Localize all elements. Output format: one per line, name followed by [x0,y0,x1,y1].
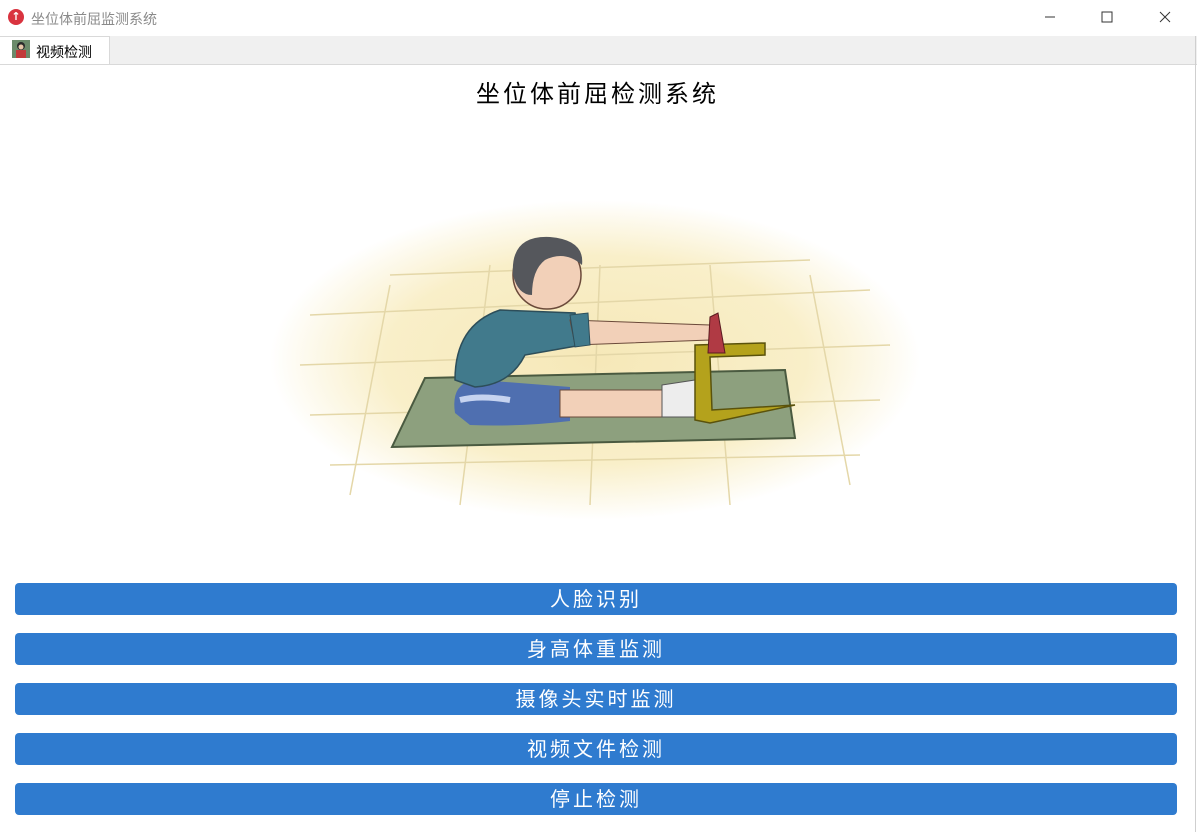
person-thumbnail-icon [12,40,30,58]
height-weight-monitor-button[interactable]: 身高体重监测 [15,633,1177,665]
face-recognition-button[interactable]: 人脸识别 [15,583,1177,615]
video-file-detection-button[interactable]: 视频文件检测 [15,733,1177,765]
minimize-icon [1045,16,1055,18]
window-titlebar: ↑ 坐位体前屈监测系统 [0,0,1199,36]
close-icon [1159,11,1171,23]
camera-realtime-monitor-button[interactable]: 摄像头实时监测 [15,683,1177,715]
maximize-icon [1101,11,1113,23]
close-button[interactable] [1142,0,1188,34]
tab-label: 视频检测 [36,45,92,61]
window-title: 坐位体前屈监测系统 [31,12,157,28]
minimize-button[interactable] [1027,0,1073,34]
tab-bar: 视频检测 [0,36,1197,65]
maximize-button[interactable] [1084,0,1130,34]
app-upload-icon: ↑ [8,9,24,25]
tab-video-detection[interactable]: 视频检测 [0,36,110,64]
page-title: 坐位体前屈检测系统 [476,80,719,108]
boy-sit-and-reach-illustration [270,200,920,520]
content-right-border [1195,36,1196,832]
stop-detection-button[interactable]: 停止检测 [15,783,1177,815]
